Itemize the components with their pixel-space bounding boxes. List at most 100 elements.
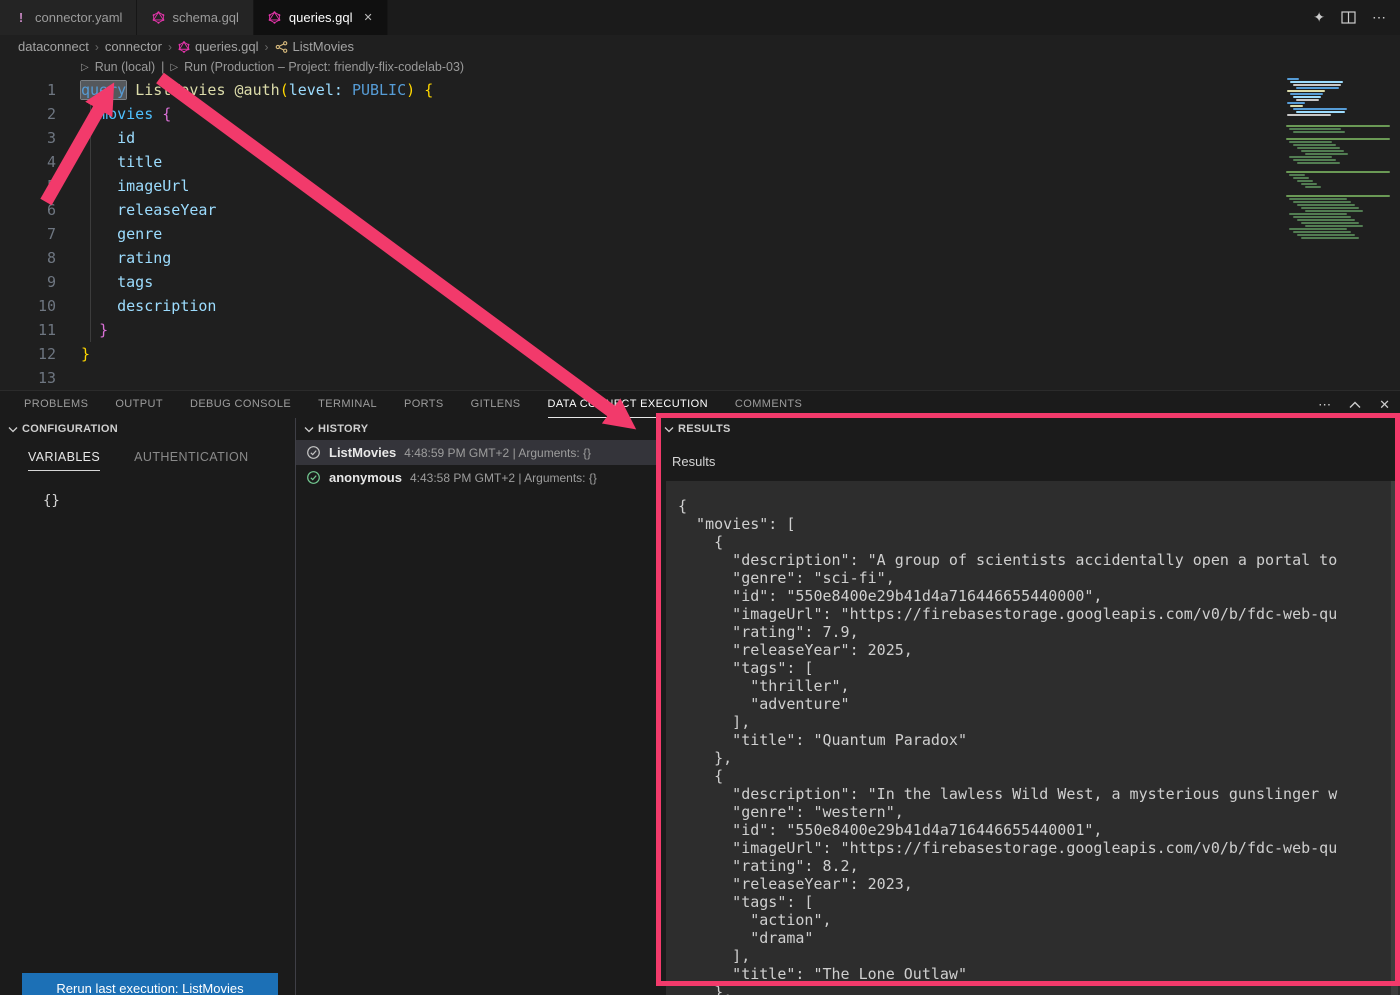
code-line[interactable]: 11 } xyxy=(0,318,1280,342)
results-json-box[interactable]: { "movies": [ { "description": "A group … xyxy=(666,481,1400,995)
minimap-line xyxy=(1301,183,1317,185)
panel-tab-debug-console[interactable]: DEBUG CONSOLE xyxy=(190,391,291,418)
rerun-button[interactable]: Rerun last execution: ListMovies xyxy=(22,973,278,995)
minimap-line xyxy=(1289,156,1332,158)
history-entry-meta: 4:48:59 PM GMT+2 | Arguments: {} xyxy=(404,446,591,460)
minimap[interactable] xyxy=(1283,78,1399,241)
minimap-line xyxy=(1289,128,1341,130)
vscode-window: ! connector.yaml schema.gql xyxy=(0,0,1400,995)
code-line[interactable]: 12} xyxy=(0,342,1280,366)
tab-authentication[interactable]: AUTHENTICATION xyxy=(134,450,248,471)
panel-tab-problems[interactable]: PROBLEMS xyxy=(24,391,88,418)
code-line[interactable]: 7 genre xyxy=(0,222,1280,246)
panel-tab-output[interactable]: OUTPUT xyxy=(115,391,163,418)
code-text: query ListMovies @auth(level: PUBLIC) { xyxy=(56,78,433,102)
sparkle-icon[interactable]: ✦ xyxy=(1313,9,1325,26)
code-text: rating xyxy=(56,246,171,270)
minimap-line xyxy=(1293,216,1351,218)
breadcrumb-dataconnect[interactable]: dataconnect xyxy=(18,39,89,54)
code-line[interactable]: 6 releaseYear xyxy=(0,198,1280,222)
panel-tab-terminal[interactable]: TERMINAL xyxy=(318,391,377,418)
breadcrumb-queries-gql[interactable]: queries.gql xyxy=(178,39,259,54)
line-number: 8 xyxy=(0,246,56,270)
code-line[interactable]: 4 title xyxy=(0,150,1280,174)
tab-connector-yaml[interactable]: ! connector.yaml xyxy=(0,0,137,35)
run-production-link[interactable]: Run (Production – Project: friendly-flix… xyxy=(184,60,464,74)
history-entry-name: ListMovies xyxy=(329,445,396,460)
minimap-line xyxy=(1287,78,1299,80)
line-number: 7 xyxy=(0,222,56,246)
breadcrumb-listmovies[interactable]: ListMovies xyxy=(275,39,354,54)
minimap-line xyxy=(1290,81,1343,83)
results-label: Results xyxy=(672,454,1400,469)
line-number: 10 xyxy=(0,294,56,318)
code-line[interactable]: 13 xyxy=(0,366,1280,390)
panel-tab-ports[interactable]: PORTS xyxy=(404,391,444,418)
history-list: ListMovies 4:48:59 PM GMT+2 | Arguments: … xyxy=(296,440,656,490)
code-line[interactable]: 9 tags xyxy=(0,270,1280,294)
code-text: title xyxy=(56,150,162,174)
more-actions-icon[interactable]: ⋯ xyxy=(1372,9,1386,26)
code-line[interactable]: 10 description xyxy=(0,294,1280,318)
indent-guide xyxy=(90,102,91,342)
results-header[interactable]: RESULTS xyxy=(656,418,1400,440)
breadcrumb-connector[interactable]: connector xyxy=(105,39,162,54)
line-number: 6 xyxy=(0,198,56,222)
minimap-line xyxy=(1289,198,1347,200)
minimap-line xyxy=(1296,111,1345,113)
minimap-line xyxy=(1297,180,1313,182)
results-json: { "movies": [ { "description": "A group … xyxy=(666,481,1400,995)
minimap-line xyxy=(1293,84,1341,86)
run-local-link[interactable]: Run (local) xyxy=(95,60,155,74)
code-lines[interactable]: 1query ListMovies @auth(level: PUBLIC) {… xyxy=(0,78,1280,390)
split-editor-icon[interactable] xyxy=(1341,11,1356,24)
minimap-line xyxy=(1293,201,1351,203)
code-line[interactable]: 1query ListMovies @auth(level: PUBLIC) { xyxy=(0,78,1280,102)
minimap-line xyxy=(1286,125,1390,127)
minimap-line xyxy=(1290,105,1303,107)
code-line[interactable]: 8 rating xyxy=(0,246,1280,270)
minimap-line xyxy=(1293,108,1347,110)
minimap-line xyxy=(1290,93,1323,95)
minimap-line xyxy=(1297,204,1355,206)
code-text: movies { xyxy=(56,102,171,126)
code-line[interactable]: 5 imageUrl xyxy=(0,174,1280,198)
play-icon: ▷ xyxy=(81,62,89,73)
minimap-line xyxy=(1293,231,1351,233)
status-check-icon xyxy=(306,445,321,460)
variables-value[interactable]: {} xyxy=(43,493,295,509)
code-text: tags xyxy=(56,270,153,294)
code-text: imageUrl xyxy=(56,174,189,198)
minimap-line xyxy=(1286,138,1390,140)
minimap-line xyxy=(1293,159,1336,161)
panel-tab-gitlens[interactable]: GITLENS xyxy=(471,391,521,418)
minimap-line xyxy=(1293,131,1345,133)
minimap-line xyxy=(1305,225,1363,227)
results-scrollbar[interactable] xyxy=(1391,481,1398,995)
breadcrumb: dataconnect › connector › queries.gql › xyxy=(0,35,1400,58)
history-header[interactable]: HISTORY xyxy=(296,418,656,440)
minimap-line xyxy=(1286,195,1390,197)
line-number: 1 xyxy=(0,78,56,102)
line-number: 12 xyxy=(0,342,56,366)
panel-tab-data-connect-execution[interactable]: DATA CONNECT EXECUTION xyxy=(548,391,708,418)
tab-label: connector.yaml xyxy=(35,10,122,25)
tab-schema-gql[interactable]: schema.gql xyxy=(137,0,253,35)
status-check-icon xyxy=(306,470,321,485)
panel-maximize-icon[interactable] xyxy=(1349,401,1361,409)
line-number: 13 xyxy=(0,366,56,390)
tab-queries-gql[interactable]: queries.gql ✕ xyxy=(254,0,388,35)
history-entry[interactable]: ListMovies 4:48:59 PM GMT+2 | Arguments: … xyxy=(296,440,656,465)
panel-more-icon[interactable]: ⋯ xyxy=(1318,397,1331,413)
code-editor[interactable]: ▷ Run (local) | ▷ Run (Production – Proj… xyxy=(0,58,1400,390)
history-entry[interactable]: anonymous4:43:58 PM GMT+2 | Arguments: {… xyxy=(296,465,656,490)
panel-close-icon[interactable]: ✕ xyxy=(1379,397,1390,413)
close-icon[interactable]: ✕ xyxy=(364,11,373,24)
configuration-header[interactable]: CONFIGURATION xyxy=(0,418,295,440)
code-line[interactable]: 2 movies { xyxy=(0,102,1280,126)
minimap-line xyxy=(1289,174,1305,176)
warning-icon: ! xyxy=(14,10,28,25)
tab-variables[interactable]: VARIABLES xyxy=(28,450,100,471)
code-line[interactable]: 3 id xyxy=(0,126,1280,150)
panel-tab-comments[interactable]: COMMENTS xyxy=(735,391,802,418)
